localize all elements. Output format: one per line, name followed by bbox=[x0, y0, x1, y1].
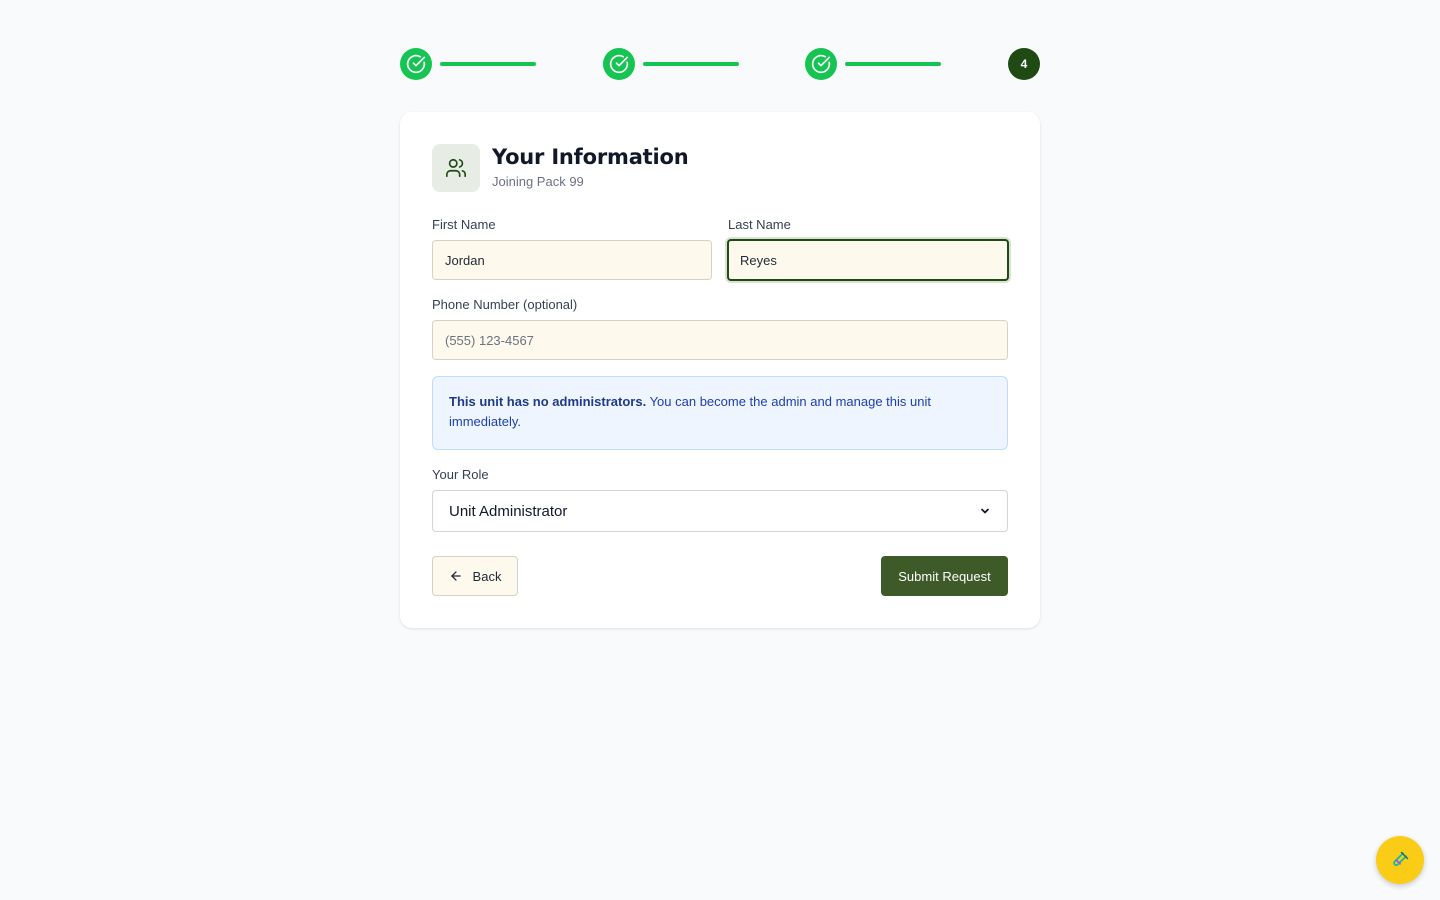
users-icon bbox=[446, 158, 466, 178]
first-name-input[interactable] bbox=[432, 240, 712, 280]
last-name-input[interactable] bbox=[727, 239, 1009, 281]
submit-request-button[interactable]: Submit Request bbox=[881, 556, 1008, 596]
step-2-complete bbox=[603, 48, 635, 80]
back-button-label: Back bbox=[472, 568, 502, 584]
step-3-complete bbox=[805, 48, 837, 80]
page-title: Your Information bbox=[492, 145, 689, 169]
phone-label: Phone Number (optional) bbox=[432, 297, 578, 312]
test-tube-icon bbox=[1393, 851, 1409, 866]
step-connector bbox=[643, 62, 739, 66]
progress-stepper: 4 bbox=[400, 48, 1040, 80]
first-name-label: First Name bbox=[432, 217, 496, 232]
arrow-left-icon bbox=[450, 571, 461, 581]
step-1-complete bbox=[400, 48, 432, 80]
page-subtitle: Joining Pack 99 bbox=[492, 174, 584, 189]
role-label: Your Role bbox=[432, 467, 489, 482]
role-select[interactable]: Unit Administrator bbox=[432, 490, 1008, 532]
phone-input[interactable] bbox=[432, 320, 1008, 360]
last-name-label: Last Name bbox=[728, 217, 791, 232]
floating-action-button[interactable] bbox=[1376, 836, 1424, 884]
back-button[interactable]: Back bbox=[432, 556, 518, 596]
check-circle-icon bbox=[406, 54, 426, 74]
information-card: Your Information Joining Pack 99 First N… bbox=[400, 112, 1040, 628]
check-circle-icon bbox=[811, 54, 831, 74]
no-admin-notice: This unit has no administrators. You can… bbox=[432, 376, 1008, 450]
step-connector bbox=[845, 62, 941, 66]
notice-bold-text: This unit has no administrators. bbox=[449, 394, 647, 409]
step-4-current: 4 bbox=[1008, 48, 1040, 80]
card-icon-badge bbox=[432, 144, 480, 192]
role-selected-value: Unit Administrator bbox=[449, 502, 568, 520]
step-connector bbox=[440, 62, 536, 66]
chevron-down-icon bbox=[981, 508, 989, 514]
check-circle-icon bbox=[609, 54, 629, 74]
